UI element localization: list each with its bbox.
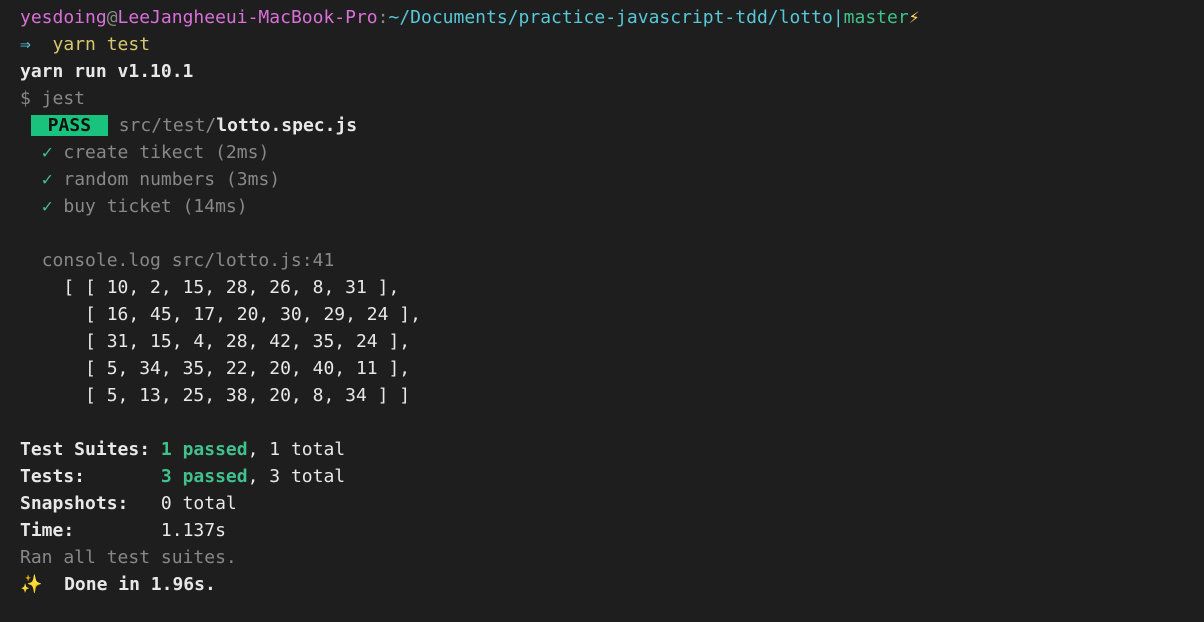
test-result-1: ✓ create tikect (2ms): [20, 139, 1184, 166]
check-icon: ✓: [42, 169, 53, 190]
sparkle-icon: ✨: [20, 574, 42, 595]
log-line-1: [ [ 10, 2, 15, 28, 26, 8, 31 ],: [20, 274, 1184, 301]
summary-time: Time: 1.137s: [20, 517, 1184, 544]
console-log-header: console.log src/lotto.js:41: [20, 247, 1184, 274]
summary-label: Snapshots:: [20, 493, 161, 514]
done-text: Done in 1.96s.: [42, 574, 215, 595]
command-line[interactable]: ⇒ yarn test: [20, 31, 1184, 58]
prompt-user: yesdoing: [20, 7, 107, 28]
lightning-icon: ⚡: [909, 7, 920, 28]
summary-val: 0 total: [161, 493, 237, 514]
test-result-2: ✓ random numbers (3ms): [20, 166, 1184, 193]
summary-rest: , 3 total: [248, 466, 346, 487]
prompt-pipe: |: [833, 7, 844, 28]
prompt-line: yesdoing@LeeJangheeui-MacBook-Pro:~/Docu…: [20, 4, 1184, 31]
ran-all-line: Ran all test suites.: [20, 544, 1184, 571]
log-line-3: [ 31, 15, 4, 28, 42, 35, 24 ],: [20, 328, 1184, 355]
summary-val: 1.137s: [161, 520, 226, 541]
command-text: yarn test: [53, 34, 151, 55]
summary-snapshots: Snapshots: 0 total: [20, 490, 1184, 517]
check-icon: ✓: [42, 142, 53, 163]
test-file-dir: src/test/: [119, 115, 217, 136]
summary-label: Tests:: [20, 466, 161, 487]
summary-label: Test Suites:: [20, 439, 161, 460]
prompt-at: @: [107, 7, 118, 28]
yarn-run-line: yarn run v1.10.1: [20, 58, 1184, 85]
log-line-2: [ 16, 45, 17, 20, 30, 29, 24 ],: [20, 301, 1184, 328]
summary-passed: 3 passed: [161, 466, 248, 487]
log-line-5: [ 5, 13, 25, 38, 20, 8, 34 ] ]: [20, 382, 1184, 409]
pass-badge: PASS: [31, 115, 108, 136]
check-icon: ✓: [42, 196, 53, 217]
test-result-3: ✓ buy ticket (14ms): [20, 193, 1184, 220]
done-line: ✨ Done in 1.96s.: [20, 571, 1184, 598]
log-line-4: [ 5, 34, 35, 22, 20, 40, 11 ],: [20, 355, 1184, 382]
summary-label: Time:: [20, 520, 161, 541]
prompt-host: LeeJangheeui-MacBook-Pro: [118, 7, 378, 28]
prompt-colon: :: [378, 7, 389, 28]
summary-rest: , 1 total: [248, 439, 346, 460]
test-name: create tikect (2ms): [63, 142, 269, 163]
test-file-name: lotto.spec.js: [216, 115, 357, 136]
jest-command-line: $ jest: [20, 85, 1184, 112]
prompt-arrow: ⇒: [20, 34, 31, 55]
summary-passed: 1 passed: [161, 439, 248, 460]
prompt-path: ~/Documents/practice-javascript-tdd/lott…: [388, 7, 832, 28]
test-name: buy ticket (14ms): [63, 196, 247, 217]
test-file-line: PASS src/test/lotto.spec.js: [20, 112, 1184, 139]
prompt-branch: master: [844, 7, 909, 28]
summary-suites: Test Suites: 1 passed, 1 total: [20, 436, 1184, 463]
summary-tests: Tests: 3 passed, 3 total: [20, 463, 1184, 490]
test-name: random numbers (3ms): [63, 169, 280, 190]
